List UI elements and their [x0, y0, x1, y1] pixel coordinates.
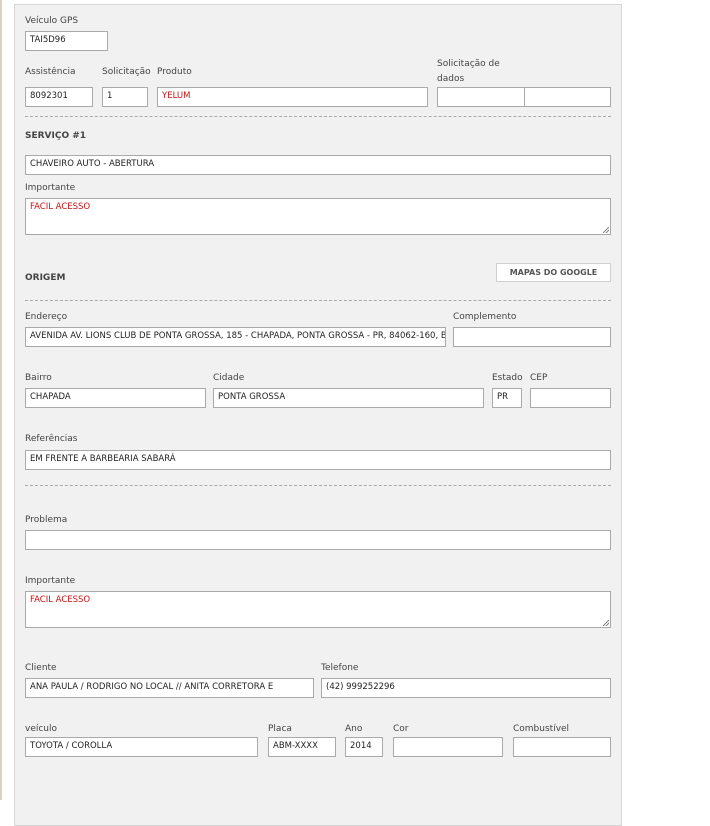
estado-label: Estado	[492, 373, 523, 383]
solicitacao-dados-label-1: Solicitação de	[437, 59, 500, 69]
origem-heading: ORIGEM	[25, 273, 66, 283]
veiculo-label: veículo	[25, 724, 58, 734]
cliente-label: Cliente	[25, 663, 57, 673]
cidade-label: Cidade	[213, 373, 245, 383]
combustivel-label: Combustível	[513, 724, 570, 734]
divider	[25, 116, 611, 117]
google-maps-button[interactable]: MAPAS DO GOOGLE	[496, 263, 611, 282]
page-edge	[0, 0, 2, 800]
complemento-label: Complemento	[453, 312, 517, 322]
divider	[25, 485, 611, 486]
servico-importante-textarea[interactable]: FACIL ACESSO	[25, 198, 611, 235]
veiculo-input[interactable]: TOYOTA / COROLLA	[25, 737, 258, 757]
bairro-label: Bairro	[25, 373, 52, 383]
endereco-label: Endereço	[25, 312, 68, 322]
problema-importante-label: Importante	[25, 576, 76, 586]
servico-importante-label: Importante	[25, 183, 76, 193]
cep-label: CEP	[530, 373, 548, 383]
veiculo-gps-label: Veículo GPS	[25, 16, 79, 26]
telefone-label: Telefone	[321, 663, 359, 673]
problema-importante-textarea[interactable]: FACIL ACESSO	[25, 591, 611, 628]
problema-input[interactable]	[25, 530, 611, 550]
endereco-input[interactable]: AVENIDA AV. LIONS CLUB DE PONTA GROSSA, …	[25, 327, 446, 347]
form-panel	[14, 4, 622, 826]
ano-label: Ano	[345, 724, 363, 734]
assistencia-input[interactable]: 8092301	[25, 87, 93, 107]
telefone-input[interactable]: (42) 999252296	[321, 678, 611, 698]
placa-input[interactable]: ABM-XXXX	[268, 737, 336, 757]
placa-label: Placa	[268, 724, 292, 734]
cor-label: Cor	[393, 724, 409, 734]
divider	[25, 300, 611, 301]
solicitacao-dados-label-2: dados	[437, 74, 465, 84]
servico-heading: SERVIÇO #1	[25, 131, 87, 141]
cor-input[interactable]	[393, 737, 503, 757]
veiculo-gps-input[interactable]: TAI5D96	[25, 31, 108, 51]
complemento-input[interactable]	[453, 327, 611, 347]
cep-input[interactable]	[530, 388, 611, 408]
problema-label: Problema	[25, 515, 68, 525]
produto-label: Produto	[157, 67, 192, 77]
servico-input[interactable]: CHAVEIRO AUTO - ABERTURA	[25, 155, 611, 175]
solicitacao-label: Solicitação	[102, 67, 151, 77]
referencias-label: Referências	[25, 434, 78, 444]
referencias-input[interactable]: EM FRENTE A BARBEARIA SABARÁ	[25, 450, 611, 470]
bairro-input[interactable]: CHAPADA	[25, 388, 206, 408]
assistencia-label: Assistência	[25, 67, 76, 77]
combustivel-input[interactable]	[513, 737, 611, 757]
produto-input[interactable]: YELUM	[157, 87, 428, 107]
solicitacao-dados-input-2[interactable]	[524, 87, 611, 107]
estado-input[interactable]: PR	[492, 388, 522, 408]
cidade-input[interactable]: PONTA GROSSA	[213, 388, 484, 408]
cliente-input[interactable]: ANA PAULA / RODRIGO NO LOCAL // ANITA CO…	[25, 678, 314, 698]
solicitacao-input[interactable]: 1	[102, 87, 148, 107]
ano-input[interactable]: 2014	[345, 737, 383, 757]
solicitacao-dados-input-1[interactable]	[437, 87, 525, 107]
